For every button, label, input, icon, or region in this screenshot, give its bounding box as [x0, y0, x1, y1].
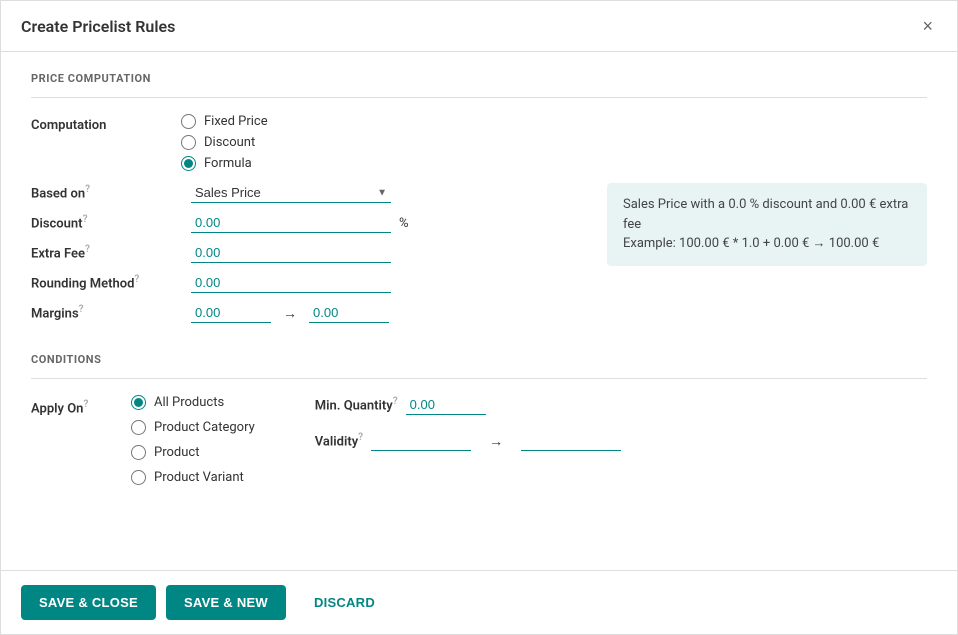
- dialog-body: PRICE COMPUTATION Computation Fixed Pric…: [1, 52, 957, 570]
- extra-fee-field-row: Extra Fee?: [31, 243, 587, 263]
- dialog-title: Create Pricelist Rules: [21, 17, 175, 36]
- info-box-line1: Sales Price with a 0.0 % discount and 0.…: [623, 195, 911, 234]
- dialog-header: Create Pricelist Rules ×: [1, 1, 957, 52]
- apply-on-radio-group: All Products Product Category Product: [131, 395, 255, 485]
- apply-on-row: Apply On? All Products Product Category: [31, 395, 927, 485]
- rounding-method-field-row: Rounding Method?: [31, 273, 587, 293]
- radio-product-category-input[interactable]: [131, 420, 146, 435]
- margins-field-row: Margins? →: [31, 303, 587, 323]
- conditions-title: CONDITIONS: [31, 353, 927, 366]
- formula-info-box: Sales Price with a 0.0 % discount and 0.…: [607, 183, 927, 266]
- based-on-row: Based on? Sales Price Other Pricelist Co…: [31, 183, 927, 333]
- min-qty-row: Min. Quantity?: [315, 395, 621, 415]
- radio-product-variant[interactable]: Product Variant: [131, 470, 255, 485]
- conditions-section: CONDITIONS Apply On? All Products: [31, 353, 927, 485]
- close-button[interactable]: ×: [918, 13, 937, 39]
- radio-formula-label: Formula: [204, 156, 252, 171]
- radio-product-category-label: Product Category: [154, 420, 255, 435]
- apply-on-help: ?: [83, 399, 88, 410]
- apply-on-left: Apply On? All Products Product Category: [31, 395, 255, 485]
- radio-product-category[interactable]: Product Category: [131, 420, 255, 435]
- radio-all-products-input[interactable]: [131, 395, 146, 410]
- radio-all-products[interactable]: All Products: [131, 395, 255, 410]
- price-computation-title: PRICE COMPUTATION: [31, 72, 927, 85]
- margins-to-input[interactable]: [309, 303, 389, 323]
- radio-product-label: Product: [154, 445, 199, 460]
- computation-label: Computation: [31, 114, 181, 133]
- based-on-help: ?: [85, 184, 90, 195]
- computation-group: Computation Fixed Price Discount Formula: [31, 114, 927, 171]
- price-computation-section: PRICE COMPUTATION Computation Fixed Pric…: [31, 72, 927, 333]
- extra-fee-label: Extra Fee?: [31, 244, 191, 261]
- discount-field-row: Discount? %: [31, 213, 587, 233]
- based-on-fields: Based on? Sales Price Other Pricelist Co…: [31, 183, 587, 333]
- section-divider-2: [31, 378, 927, 379]
- validity-label: Validity?: [315, 432, 363, 449]
- margins-arrow-icon: →: [283, 305, 297, 322]
- margins-from-input[interactable]: [191, 303, 271, 323]
- create-pricelist-dialog: Create Pricelist Rules × PRICE COMPUTATI…: [0, 0, 958, 635]
- discount-input[interactable]: [191, 213, 391, 233]
- validity-help: ?: [358, 432, 363, 443]
- discount-help: ?: [83, 214, 88, 225]
- min-qty-label: Min. Quantity?: [315, 396, 398, 413]
- computation-radio-group: Fixed Price Discount Formula: [181, 114, 927, 171]
- apply-on-label: Apply On?: [31, 395, 131, 416]
- extra-fee-help: ?: [85, 244, 90, 255]
- radio-product[interactable]: Product: [131, 445, 255, 460]
- radio-product-variant-label: Product Variant: [154, 470, 244, 485]
- validity-row: Validity? →: [315, 431, 621, 451]
- section-divider-1: [31, 97, 927, 98]
- radio-fixed-price-input[interactable]: [181, 114, 196, 129]
- validity-arrow-icon: →: [489, 433, 503, 450]
- discount-percent-suffix: %: [399, 216, 409, 231]
- extra-fee-input[interactable]: [191, 243, 391, 263]
- radio-product-variant-input[interactable]: [131, 470, 146, 485]
- rounding-help: ?: [134, 274, 139, 285]
- validity-from-input[interactable]: [371, 431, 471, 451]
- based-on-select-wrapper: Sales Price Other Pricelist Cost ▼: [191, 183, 391, 203]
- dialog-footer: SAVE & CLOSE SAVE & NEW DISCARD: [1, 570, 957, 634]
- radio-fixed-price-label: Fixed Price: [204, 114, 268, 129]
- radio-fixed-price[interactable]: Fixed Price: [181, 114, 927, 129]
- discard-button[interactable]: DISCARD: [296, 585, 393, 620]
- based-on-field-row: Based on? Sales Price Other Pricelist Co…: [31, 183, 587, 203]
- radio-discount-label: Discount: [204, 135, 255, 150]
- based-on-label: Based on?: [31, 184, 191, 201]
- validity-to-input[interactable]: [521, 431, 621, 451]
- radio-discount[interactable]: Discount: [181, 135, 927, 150]
- margins-label: Margins?: [31, 304, 191, 321]
- min-qty-section: Min. Quantity? Validity? →: [315, 395, 621, 485]
- radio-formula-input[interactable]: [181, 156, 196, 171]
- min-qty-input[interactable]: [406, 395, 486, 415]
- radio-discount-input[interactable]: [181, 135, 196, 150]
- radio-formula[interactable]: Formula: [181, 156, 927, 171]
- radio-all-products-label: All Products: [154, 395, 224, 410]
- rounding-method-label: Rounding Method?: [31, 274, 191, 291]
- discount-label: Discount?: [31, 214, 191, 231]
- based-on-select[interactable]: Sales Price Other Pricelist Cost: [191, 183, 391, 203]
- radio-product-input[interactable]: [131, 445, 146, 460]
- info-box-line2: Example: 100.00 € * 1.0 + 0.00 € → 100.0…: [623, 234, 911, 254]
- save-new-button[interactable]: SAVE & NEW: [166, 585, 286, 620]
- rounding-method-input[interactable]: [191, 273, 391, 293]
- margins-help: ?: [79, 304, 84, 315]
- save-close-button[interactable]: SAVE & CLOSE: [21, 585, 156, 620]
- min-qty-help: ?: [393, 396, 398, 407]
